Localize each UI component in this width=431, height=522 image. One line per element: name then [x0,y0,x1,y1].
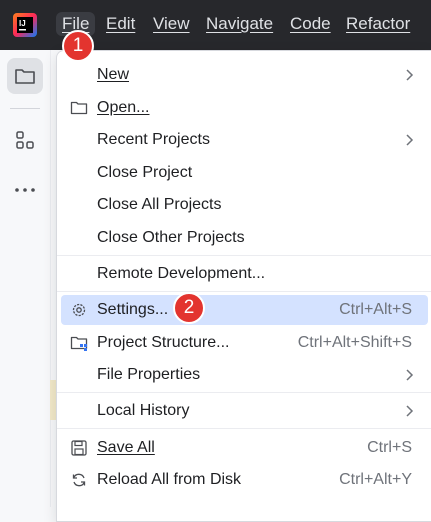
file-menu-popup: New Open... Recent Projects Close Projec… [56,50,431,522]
gear-icon [72,303,86,317]
more-icon [15,188,35,192]
menu-separator [57,291,431,292]
menu-item-shortcut: Ctrl+Alt+Shift+S [297,334,412,351]
menu-refactor[interactable]: Refactor [346,14,410,34]
menu-item-close-all-projects[interactable]: Close All Projects [61,190,428,220]
menu-item-shortcut: Ctrl+Alt+Y [339,471,412,488]
menu-item-shortcut: Ctrl+S [367,439,412,456]
menu-item-label: File Properties [97,366,201,383]
menu-item-local-history[interactable]: Local History [61,396,428,426]
step-badge-1: 1 [62,30,94,62]
menu-item-save-all[interactable]: Save All Ctrl+S [61,433,428,463]
menu-item-label: New [97,66,130,83]
tool-window-strip [0,50,51,507]
menu-item-recent-projects[interactable]: Recent Projects [61,125,428,155]
toolstrip-separator [10,108,40,109]
menu-code[interactable]: Code [290,14,331,34]
project-structure-icon [70,336,88,351]
menu-edit[interactable]: Edit [106,14,135,34]
menu-item-label: Local History [97,402,190,419]
menu-item-reload-all-from-disk[interactable]: Reload All from Disk Ctrl+Alt+Y [61,465,428,495]
chevron-right-icon [406,69,414,81]
menu-navigate[interactable]: Navigate [206,14,273,34]
project-tool-button[interactable] [7,58,43,94]
save-icon [71,440,87,456]
reload-icon [72,473,86,487]
menu-separator [57,255,431,256]
menu-item-settings[interactable]: Settings... Ctrl+Alt+S [61,295,428,325]
menu-item-project-structure[interactable]: Project Structure... Ctrl+Alt+Shift+S [61,328,428,358]
menu-item-new[interactable]: New [61,60,428,90]
menu-separator [57,428,431,429]
structure-tool-button[interactable] [7,122,43,158]
menu-item-label: Project Structure... [97,334,230,351]
more-tools-button[interactable] [7,172,43,208]
chevron-right-icon [406,134,414,146]
menu-item-file-properties[interactable]: File Properties [61,360,428,390]
menu-item-close-project[interactable]: Close Project [61,158,428,188]
step-badge-2: 2 [173,292,205,324]
menu-item-label: Close Other Projects [97,229,245,246]
menu-separator [57,392,431,393]
menu-item-label: Save All [97,439,155,456]
menu-item-open[interactable]: Open... [61,93,428,123]
menu-item-label: Close All Projects [97,196,222,213]
menu-item-shortcut: Ctrl+Alt+S [339,301,412,318]
menu-item-label: Remote Development... [97,265,266,282]
menu-item-close-other-projects[interactable]: Close Other Projects [61,223,428,253]
chevron-right-icon [406,405,414,417]
logo-text: IJ [19,19,26,28]
chevron-right-icon [406,369,414,381]
project-folder-icon [15,69,35,84]
menu-item-label: Open... [97,99,150,116]
menu-item-remote-development[interactable]: Remote Development... [61,259,428,289]
menu-item-label: Recent Projects [97,131,210,148]
structure-icon [16,131,34,149]
folder-icon [70,101,88,115]
menu-view[interactable]: View [153,14,190,34]
intellij-logo-icon[interactable]: IJ [13,13,37,37]
menu-item-label: Close Project [97,164,193,181]
menu-item-label: Reload All from Disk [97,471,242,488]
menu-item-label: Settings... [97,301,169,318]
